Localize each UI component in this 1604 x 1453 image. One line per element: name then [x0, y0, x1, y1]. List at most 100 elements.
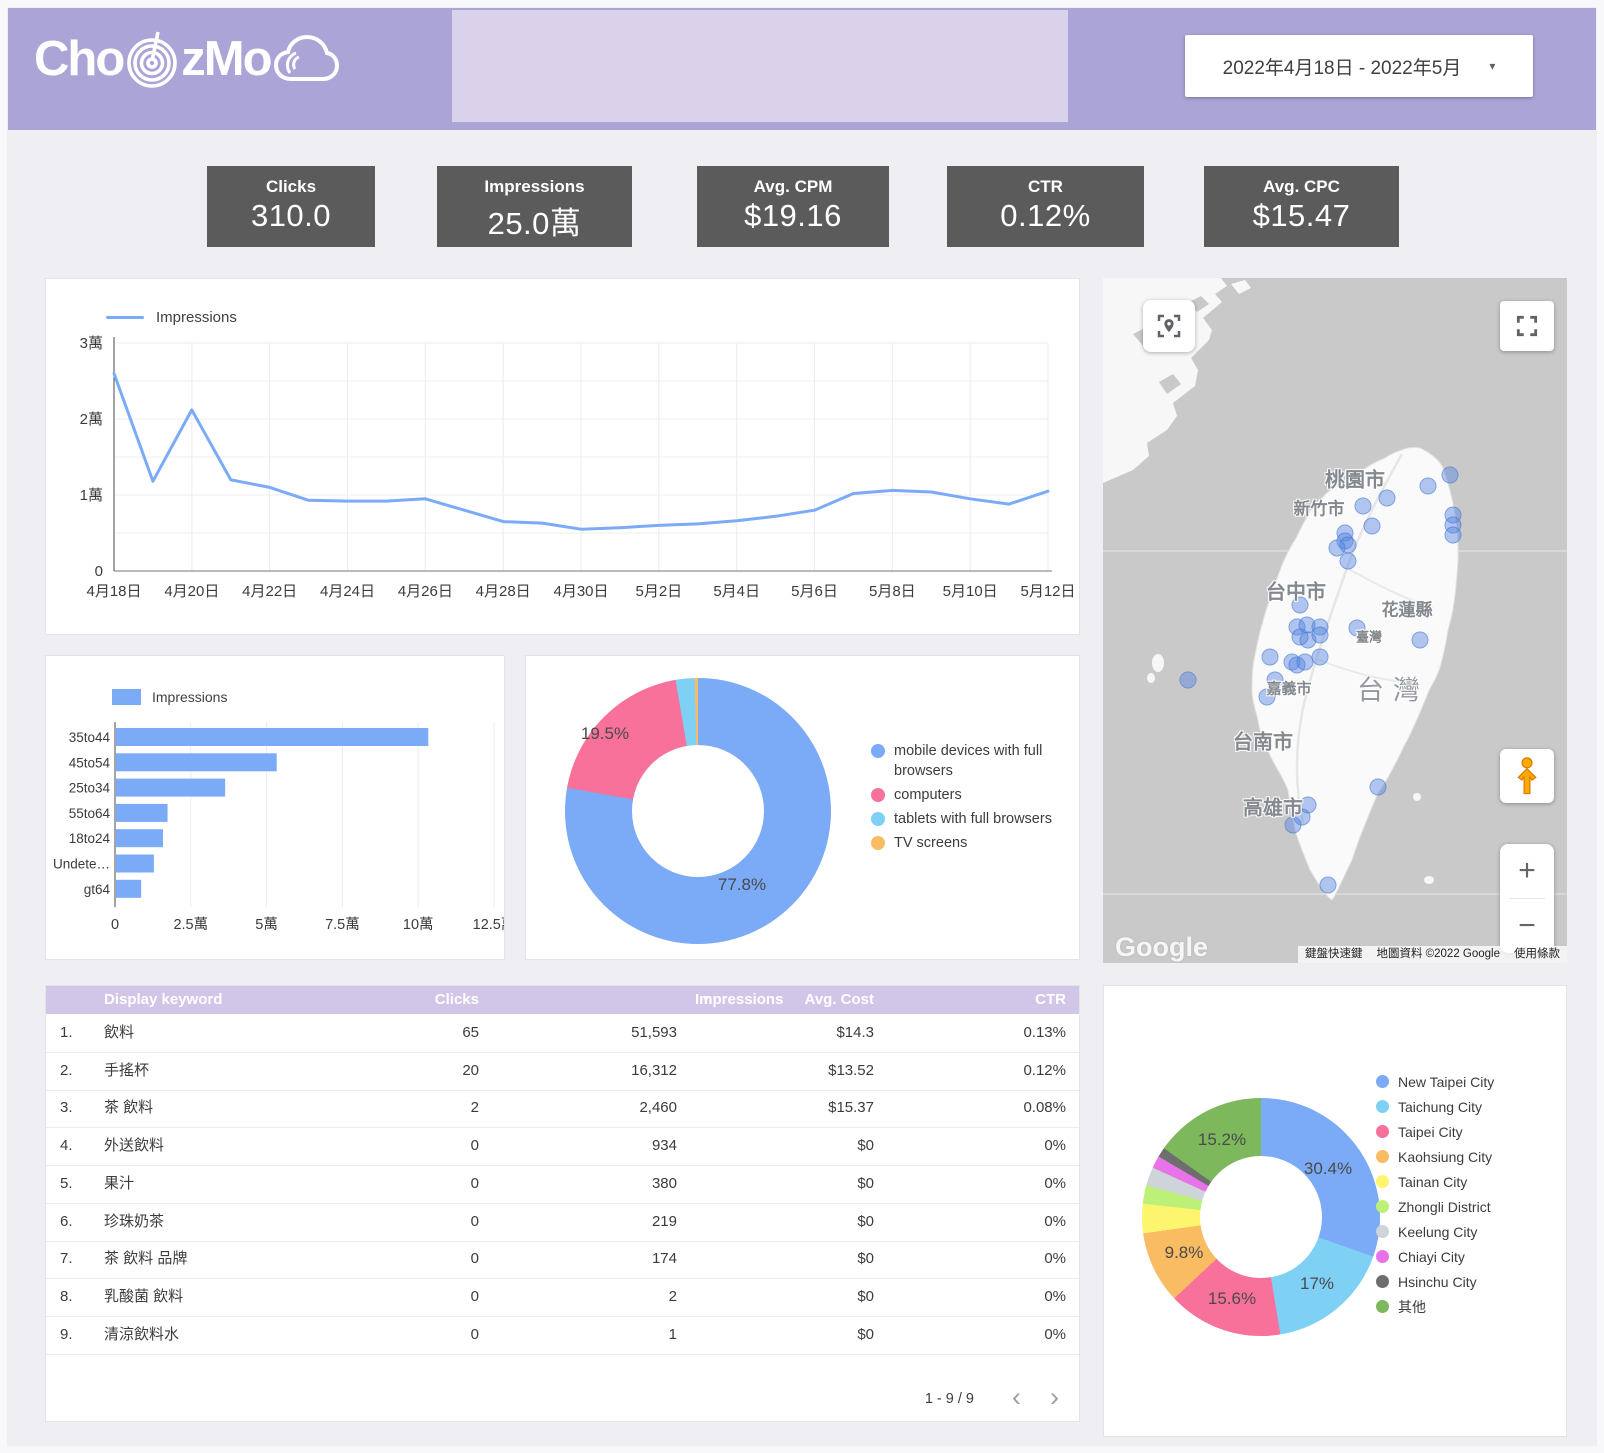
cell-impressions: 380 [652, 1165, 677, 1202]
legend-dot [1376, 1275, 1389, 1288]
svg-text:7.5萬: 7.5萬 [325, 916, 360, 933]
cell-ctr: 0.13% [1023, 1014, 1066, 1051]
impressions-by-city-card: 15.2%30.4%17%15.6%9.8%New Taipei CityTai… [1103, 985, 1567, 1437]
pegman-icon [1512, 757, 1542, 795]
map-place-label: 桃園市 [1325, 464, 1385, 493]
cell-ctr: 0% [1044, 1316, 1066, 1353]
map-data-marker [1297, 654, 1314, 671]
legend-dot [1376, 1075, 1389, 1088]
scorecard-label: CTR [947, 177, 1144, 197]
legend-item: Kaohsiung City [1376, 1147, 1546, 1168]
cell-avg-cost: $0 [857, 1127, 874, 1164]
legend-dot [1376, 1150, 1389, 1163]
table-row: 9.清涼飲料水01$00% [46, 1316, 1079, 1355]
cell-clicks: 0 [471, 1278, 479, 1315]
map-fullscreen-button[interactable] [1500, 301, 1554, 351]
legend-item: Zhongli District [1376, 1197, 1546, 1218]
legend-label: Chiayi City [1398, 1247, 1465, 1268]
legend-label: Impressions [156, 309, 237, 326]
map-location-button[interactable] [1143, 300, 1195, 352]
svg-text:5月10日: 5月10日 [943, 583, 998, 600]
legend-item: Chiayi City [1376, 1247, 1546, 1268]
cell-ctr: 0% [1044, 1165, 1066, 1202]
date-range-selector[interactable]: 2022年4月18日 - 2022年5月 ▾ [1185, 35, 1533, 97]
cell-clicks: 0 [471, 1240, 479, 1277]
scorecard-ctr: CTR 0.12% [947, 166, 1144, 247]
legend-dot [871, 836, 885, 850]
pagination-next-icon[interactable]: › [1050, 1382, 1059, 1413]
svg-text:18to24: 18to24 [69, 831, 111, 846]
legend-label: New Taipei City [1398, 1072, 1494, 1093]
map-place-label: 台灣 [1357, 669, 1429, 708]
map-data-copyright: 地圖資料 ©2022 Google [1369, 946, 1507, 963]
column-header-clicks[interactable]: Clicks [435, 986, 479, 1014]
terms-of-use-link[interactable]: 使用條款 [1507, 946, 1567, 963]
legend-dot [1376, 1175, 1389, 1188]
legend-item: New Taipei City [1376, 1072, 1546, 1093]
logo-text-left: Cho [34, 31, 123, 87]
cell-clicks: 20 [462, 1052, 479, 1089]
scorecard-value: $19.16 [697, 198, 889, 234]
column-header-display-keyword[interactable]: Display keyword [104, 986, 222, 1014]
google-map[interactable]: 桃園市新竹市台中市花蓮縣臺灣嘉義市台灣台南市高雄市 + − [1103, 278, 1567, 963]
legend-label: Hsinchu City [1398, 1272, 1477, 1293]
row-number: 7. [60, 1240, 73, 1277]
svg-text:5月2日: 5月2日 [635, 583, 682, 600]
cell-ctr: 0% [1044, 1240, 1066, 1277]
scorecard-value: 25.0萬 [437, 198, 632, 243]
choozmo-logo: Cho zMo [34, 30, 341, 88]
legend-item: Tainan City [1376, 1172, 1546, 1193]
row-number: 4. [60, 1127, 73, 1164]
cell-clicks: 0 [471, 1316, 479, 1353]
svg-text:4月20日: 4月20日 [164, 583, 219, 600]
cell-avg-cost: $0 [857, 1203, 874, 1240]
row-number: 2. [60, 1052, 73, 1089]
legend-label: Taipei City [1398, 1122, 1463, 1143]
scorecard-clicks: Clicks 310.0 [207, 166, 375, 247]
legend-item: 其他 [1376, 1297, 1546, 1318]
logo-spiral-icon [125, 30, 179, 88]
column-header-avg-cost[interactable]: Avg. Cost [805, 986, 874, 1014]
impressions-timeseries-card: Impressions 3萬2萬1萬04月18日4月20日4月22日4月24日4… [45, 278, 1080, 635]
device-slice-percent-label: 77.8% [718, 875, 766, 895]
table-row: 3.茶 飲料22,460$15.370.08% [46, 1089, 1079, 1128]
map-data-marker [1370, 779, 1387, 796]
svg-text:1萬: 1萬 [80, 487, 103, 504]
cell-impressions: 219 [652, 1203, 677, 1240]
table-row: 7.茶 飲料 品牌0174$00% [46, 1240, 1079, 1279]
legend-item: Taipei City [1376, 1122, 1546, 1143]
svg-text:4月18日: 4月18日 [86, 583, 141, 600]
pegman-button[interactable] [1500, 749, 1554, 803]
cell-clicks: 2 [471, 1089, 479, 1126]
cell-display-keyword: 清涼飲料水 [104, 1316, 179, 1353]
zoom-out-button[interactable]: − [1500, 899, 1554, 953]
google-logo: Google [1115, 932, 1208, 963]
header-bar: Cho zMo 2022年4月18日 - 2022年5月 ▾ [8, 8, 1596, 130]
map-data-marker [1312, 627, 1329, 644]
cell-display-keyword: 茶 飲料 品牌 [104, 1240, 187, 1277]
keyboard-shortcuts-link[interactable]: 鍵盤快速鍵 [1298, 946, 1370, 963]
map-data-marker [1320, 877, 1337, 894]
scorecard-label: Impressions [437, 177, 632, 197]
legend-bar-swatch [112, 689, 141, 705]
city-slice-percent-label: 30.4% [1304, 1159, 1352, 1179]
zoom-in-button[interactable]: + [1500, 844, 1554, 898]
svg-text:2萬: 2萬 [80, 411, 103, 428]
svg-text:gt64: gt64 [84, 882, 111, 897]
table-row: 2.手搖杯2016,312$13.520.12% [46, 1052, 1079, 1091]
row-number: 8. [60, 1278, 73, 1315]
svg-text:5月8日: 5月8日 [869, 583, 916, 600]
pagination-label: 1 - 9 / 9 [925, 1391, 974, 1407]
cell-impressions: 51,593 [631, 1014, 677, 1051]
map-data-marker [1445, 527, 1462, 544]
pagination-prev-icon[interactable]: ‹ [1012, 1382, 1021, 1413]
legend-dot [871, 744, 885, 758]
column-header-ctr[interactable]: CTR [1035, 986, 1066, 1014]
legend-line-swatch [106, 316, 144, 319]
map-data-marker [1262, 649, 1279, 666]
row-number: 1. [60, 1014, 73, 1051]
legend-label: TV screens [894, 833, 967, 853]
scorecard-value: 310.0 [207, 198, 375, 234]
svg-text:45to54: 45to54 [69, 755, 111, 770]
map-zoom-control: + − [1500, 844, 1554, 953]
